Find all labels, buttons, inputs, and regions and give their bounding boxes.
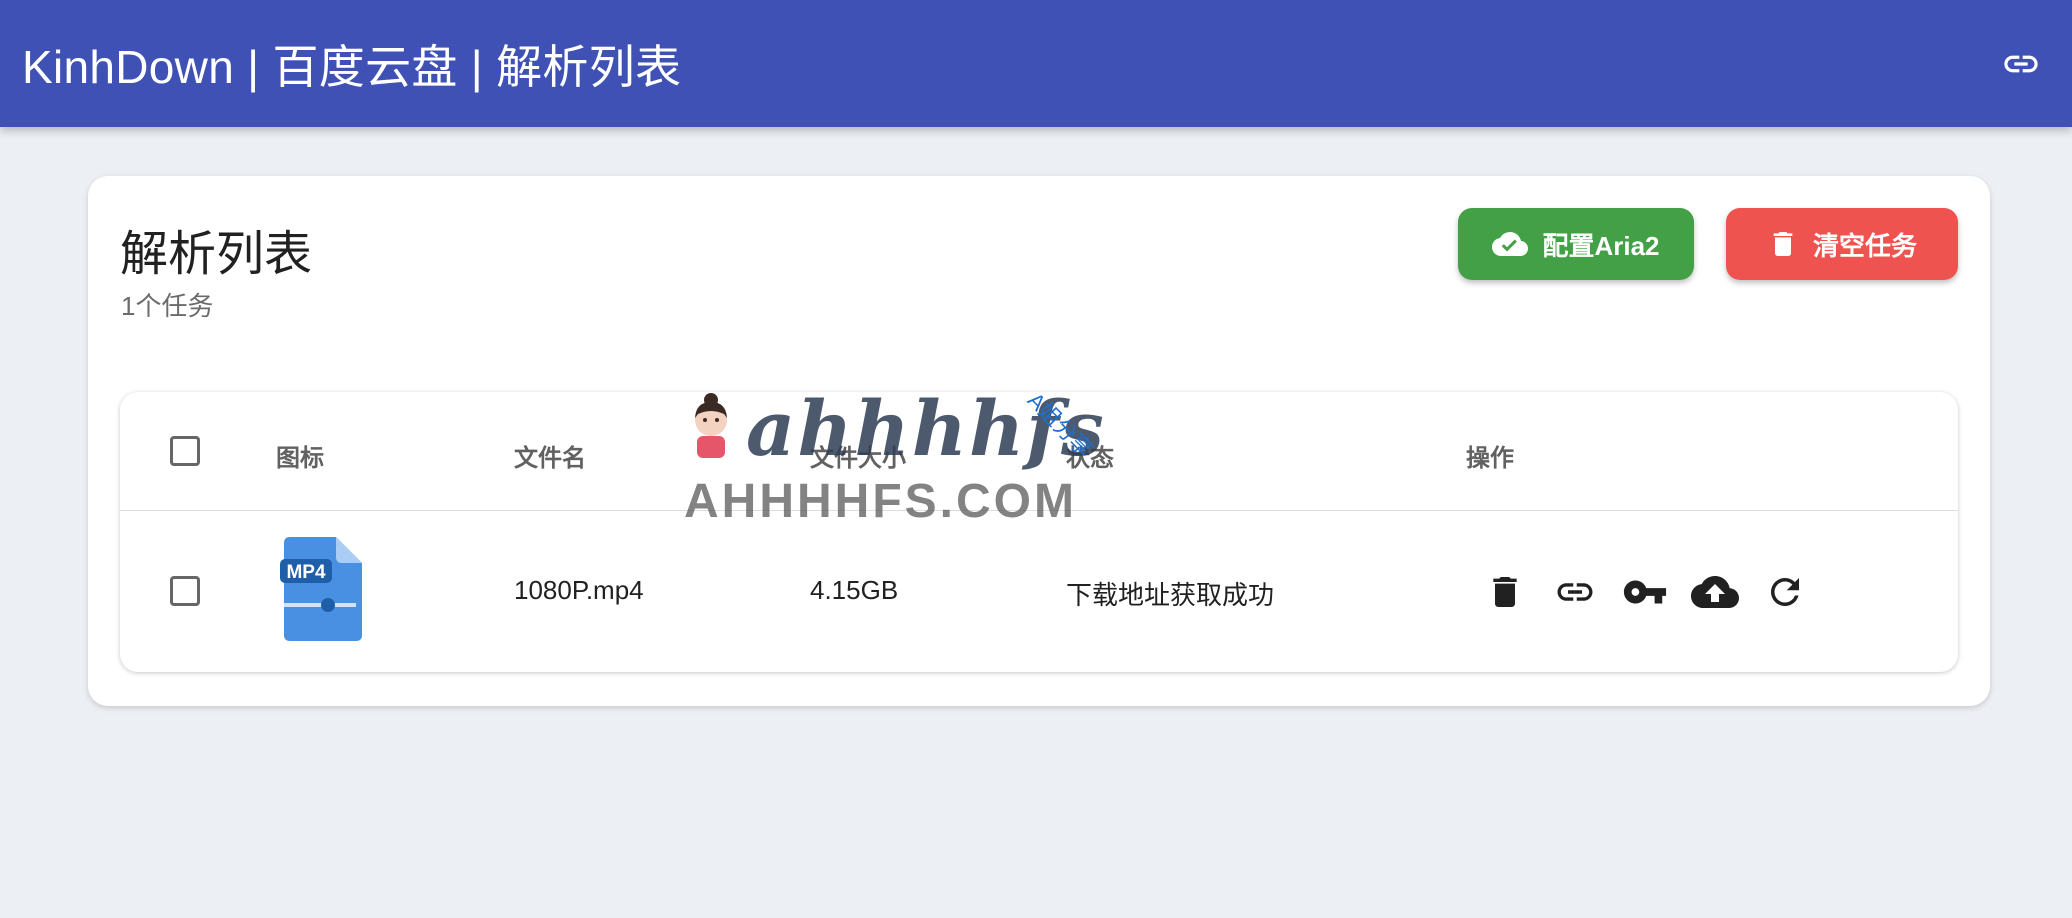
configure-aria2-button[interactable]: 配置Aria2 — [1458, 208, 1694, 280]
refresh-icon[interactable] — [1760, 567, 1810, 617]
header-filename: 文件名 — [514, 445, 586, 472]
header-size: 文件大小 — [810, 445, 906, 472]
app-bar: KinhDown | 百度云盘 | 解析列表 — [0, 0, 2072, 127]
table-row: MP4 1080P.mp4 4.15GB 下载地址获取成功 — [120, 511, 1958, 672]
clear-tasks-button[interactable]: 清空任务 — [1726, 208, 1958, 280]
card-title: 解析列表 — [120, 228, 313, 281]
trash-icon — [1773, 232, 1793, 256]
parse-list-card: 解析列表 1个任务 配置Aria2 清空任务 图标 文件名 文件大小 状态 操作 — [88, 176, 1990, 706]
row-actions — [1480, 567, 1830, 617]
task-table: 图标 文件名 文件大小 状态 操作 MP4 1080P.mp4 4.15GB 下… — [120, 392, 1958, 672]
task-count: 1个任务 — [121, 291, 214, 321]
delete-icon[interactable] — [1480, 567, 1530, 617]
cloud-done-icon — [1492, 232, 1529, 256]
cloud-upload-icon[interactable] — [1690, 567, 1740, 617]
clear-tasks-label: 清空任务 — [1812, 230, 1917, 261]
header-actions: 操作 — [1466, 445, 1514, 472]
key-icon[interactable] — [1620, 567, 1670, 617]
select-all-checkbox[interactable] — [170, 436, 200, 466]
row-size: 4.15GB — [810, 575, 899, 605]
row-filename: 1080P.mp4 — [514, 575, 644, 605]
configure-aria2-label: 配置Aria2 — [1542, 230, 1660, 261]
header-status: 状态 — [1066, 445, 1114, 472]
copy-link-icon[interactable] — [1550, 567, 1600, 617]
app-title: KinhDown | 百度云盘 | 解析列表 — [22, 40, 682, 93]
mp4-file-icon: MP4 — [280, 537, 362, 641]
file-type-label: MP4 — [286, 562, 326, 583]
link-icon[interactable] — [1998, 41, 2044, 87]
table-header: 图标 文件名 文件大小 状态 操作 — [120, 392, 1958, 511]
header-icon: 图标 — [276, 445, 324, 472]
row-checkbox[interactable] — [170, 576, 200, 606]
row-status: 下载地址获取成功 — [1066, 580, 1275, 610]
